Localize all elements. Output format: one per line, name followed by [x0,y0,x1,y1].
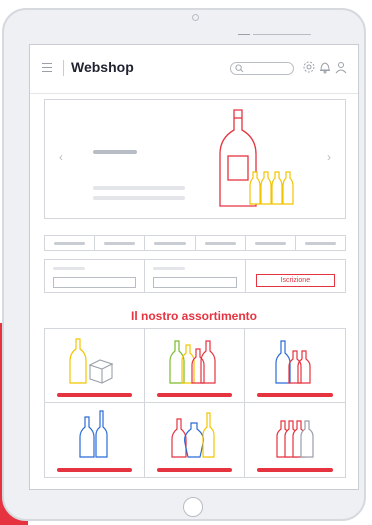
category-card[interactable] [45,403,145,477]
bell-icon[interactable] [318,60,332,74]
brand-title: Webshop [71,59,134,75]
hero-text-line [93,196,185,200]
name-field[interactable] [53,277,137,288]
category-bar [57,468,132,472]
tab-5[interactable] [246,236,296,250]
menu-icon[interactable] [42,63,52,72]
hero-headline-line [93,150,137,154]
mixed-bottles-icon [171,412,215,458]
category-tabs [44,235,346,251]
header-bar: Webshop [30,45,358,94]
tab-1[interactable] [45,236,96,250]
section-title: Il nostro assortimento [130,309,258,323]
tab-3[interactable] [145,236,196,250]
hero-text-line [93,186,185,190]
email-field[interactable] [153,277,237,288]
user-icon[interactable] [334,60,348,74]
carousel-prev-icon[interactable]: ‹ [59,150,63,164]
colorful-bottles-icon [169,340,216,384]
home-button[interactable] [183,497,203,517]
blue-bottles-icon [79,410,108,458]
tablet-screen: Webshop ‹ › Iscrizione Il nostro assorti… [29,44,359,490]
product-grid [44,328,346,478]
hero-carousel: ‹ › [44,99,346,219]
form-action: Iscrizione [246,260,345,292]
tab-2[interactable] [95,236,146,250]
blue-red-bottles-icon [275,340,311,384]
field-label [153,267,186,270]
form-field-group [145,260,246,292]
settings-icon[interactable] [302,60,316,74]
form-field-group [45,260,146,292]
field-label [53,267,85,270]
tab-4[interactable] [196,236,246,250]
category-bar [157,468,232,472]
camera-icon [192,14,199,21]
category-card[interactable] [145,329,245,403]
search-input[interactable] [230,62,294,75]
carousel-next-icon[interactable]: › [327,150,331,164]
tab-6[interactable] [296,236,345,250]
speaker-line [238,34,250,35]
category-bar [57,393,132,397]
category-bar [257,468,333,472]
category-card[interactable] [245,329,345,403]
speaker-line [253,34,311,35]
signup-form: Iscrizione [44,259,346,293]
wine-bottles-icon [276,420,314,458]
category-bar [157,393,232,397]
category-card[interactable] [145,403,245,477]
hero-bottles-illustration [219,109,294,207]
header-divider [63,60,64,76]
search-icon [235,64,244,73]
category-bar [257,393,333,397]
category-card[interactable] [45,329,145,403]
bottle-and-box-icon [69,338,114,384]
signup-button[interactable]: Iscrizione [255,274,335,287]
category-card[interactable] [245,403,345,477]
